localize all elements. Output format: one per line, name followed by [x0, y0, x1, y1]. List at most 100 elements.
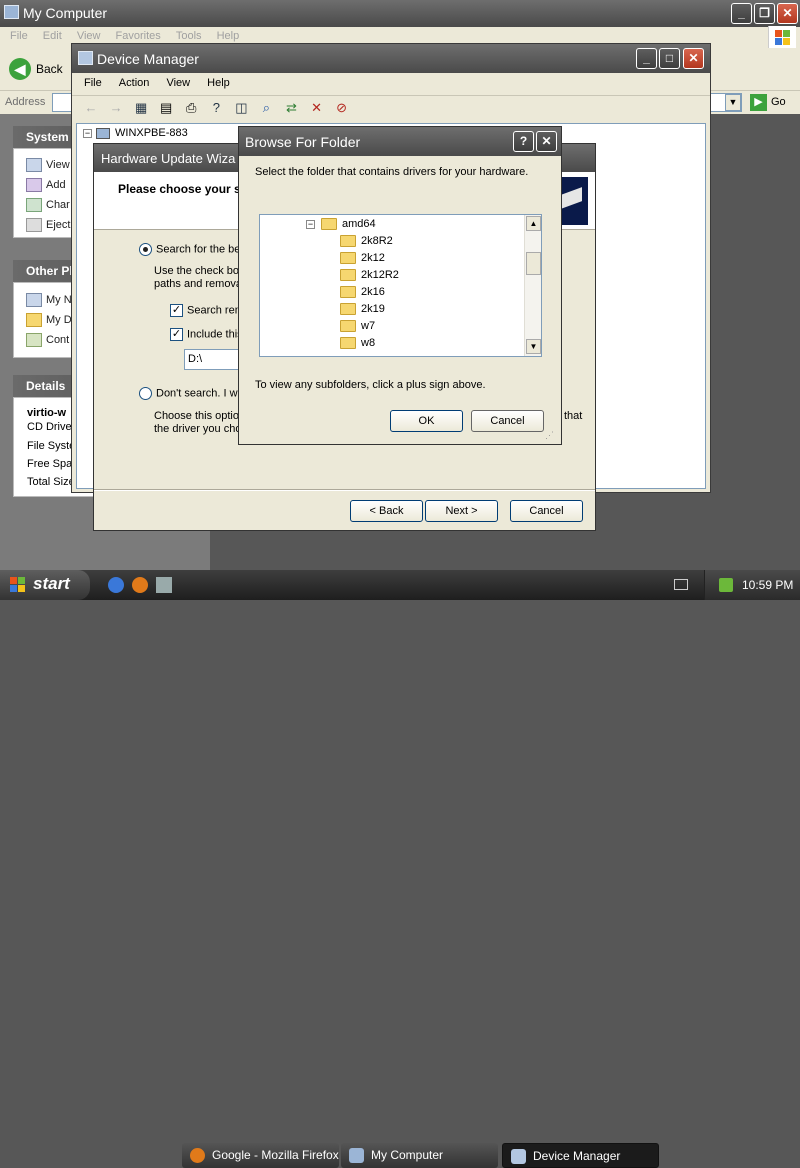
change-setting-icon — [26, 198, 42, 213]
close-button[interactable]: ✕ — [777, 3, 798, 24]
go-icon[interactable]: ▶ — [750, 94, 767, 111]
tree-item-amd64[interactable]: amd64 — [321, 216, 376, 233]
back-label[interactable]: Back — [36, 62, 63, 76]
disable-icon[interactable]: ⊘ — [332, 99, 352, 117]
other-place-documents[interactable]: My D — [26, 312, 72, 328]
dm-menu-help[interactable]: Help — [207, 77, 230, 89]
wizard-cancel-button[interactable]: Cancel — [510, 500, 583, 522]
back-icon[interactable]: ◀ — [9, 58, 31, 80]
device-manager-titlebar[interactable]: Device Manager _ □ ✕ — [72, 44, 710, 73]
folder-tree[interactable]: − amd64 2k8R2 2k12 2k12R2 2k16 2k19 w7 w… — [259, 214, 542, 357]
scroll-thumb[interactable] — [526, 252, 541, 275]
tree-item-2k16[interactable]: 2k16 — [340, 284, 385, 301]
my-computer-titlebar[interactable]: My Computer _ ❐ ✕ — [0, 0, 800, 27]
tree-item-w8[interactable]: w8 — [340, 335, 375, 352]
task-firefox[interactable]: Google - Mozilla Firefox — [182, 1143, 339, 1168]
view-icon[interactable]: ◫ — [231, 99, 251, 117]
dm-maximize-button[interactable]: □ — [659, 48, 680, 69]
tree-item-2k19[interactable]: 2k19 — [340, 301, 385, 318]
restore-button[interactable]: ❐ — [754, 3, 775, 24]
other-place-network[interactable]: My N — [26, 292, 72, 308]
system-task-eject[interactable]: Eject — [26, 217, 70, 233]
wizard-divider — [94, 489, 595, 491]
clock[interactable]: 10:59 PM — [742, 578, 793, 592]
radio-dont-search[interactable]: Don't search. I wi — [139, 387, 240, 400]
browse-close-button[interactable]: ✕ — [536, 131, 557, 152]
tree-expand-amd64-icon[interactable]: − — [306, 220, 315, 229]
address-dropdown-icon[interactable]: ▼ — [725, 94, 741, 111]
system-task-add[interactable]: Add — [26, 177, 66, 193]
view-info-icon — [26, 158, 42, 173]
print-icon[interactable]: ⎙ — [181, 99, 201, 117]
quicklaunch-ie-icon[interactable] — [108, 577, 124, 593]
my-computer-window-icon — [4, 5, 19, 19]
dm-menu-file[interactable]: File — [84, 77, 102, 89]
menu-tools[interactable]: Tools — [176, 30, 202, 42]
dm-minimize-button[interactable]: _ — [636, 48, 657, 69]
browse-help-button[interactable]: ? — [513, 131, 534, 152]
details-total-size: Total Size — [27, 476, 75, 488]
browse-hint: To view any subfolders, click a plus sig… — [255, 379, 486, 391]
browse-ok-button[interactable]: OK — [390, 410, 463, 432]
menu-file[interactable]: File — [10, 30, 28, 42]
browse-folder-dialog: Browse For Folder ? ✕ Select the folder … — [238, 126, 562, 445]
wizard-back-button[interactable]: < Back — [350, 500, 423, 522]
help-icon[interactable]: ? — [206, 99, 226, 117]
tree-item-2k12[interactable]: 2k12 — [340, 250, 385, 267]
tree-scrollbar[interactable]: ▲ ▼ — [524, 215, 541, 356]
menu-help[interactable]: Help — [217, 30, 240, 42]
radio-search-dot[interactable] — [139, 243, 152, 256]
properties-icon[interactable]: ▤ — [156, 99, 176, 117]
start-button[interactable]: start — [0, 570, 90, 600]
dm-menu-view[interactable]: View — [166, 77, 190, 89]
check-removable-box[interactable]: ✓ — [170, 304, 183, 317]
check-include[interactable]: ✓ Include this — [170, 328, 243, 341]
go-label[interactable]: Go — [771, 96, 786, 108]
tree-item-2k8r2[interactable]: 2k8R2 — [340, 233, 393, 250]
control-panel-icon — [26, 333, 42, 348]
other-place-control-panel[interactable]: Cont — [26, 332, 69, 348]
radio-search[interactable]: Search for the be — [139, 243, 240, 256]
task-my-computer[interactable]: My Computer — [341, 1143, 498, 1168]
start-flag-icon — [10, 577, 26, 593]
radio-dont-dot[interactable] — [139, 387, 152, 400]
tray-network-icon[interactable] — [719, 578, 733, 592]
quicklaunch-desktop-icon[interactable] — [156, 577, 172, 593]
device-manager-toolbar: ← → ▦ ▤ ⎙ ? ◫ ⌕ ⇄ ✕ ⊘ — [72, 95, 710, 121]
add-remove-icon — [26, 178, 42, 193]
check-removable[interactable]: ✓ Search rem — [170, 304, 244, 317]
wizard-next-button[interactable]: Next > — [425, 500, 498, 522]
keyboard-icon[interactable] — [674, 579, 688, 590]
system-task-change[interactable]: Char — [26, 197, 70, 213]
check-include-box[interactable]: ✓ — [170, 328, 183, 341]
tree-item-w7[interactable]: w7 — [340, 318, 375, 335]
tree-collapse-icon[interactable]: − — [83, 129, 92, 138]
documents-icon — [26, 313, 42, 328]
dm-back-icon[interactable]: ← — [81, 99, 101, 117]
update-driver-icon[interactable]: ⇄ — [282, 99, 302, 117]
device-manager-title: Device Manager — [97, 51, 199, 67]
menu-view[interactable]: View — [77, 30, 101, 42]
scan-hardware-icon[interactable]: ⌕ — [256, 99, 276, 117]
menu-edit[interactable]: Edit — [43, 30, 62, 42]
dm-menu-action[interactable]: Action — [119, 77, 150, 89]
scroll-down-icon[interactable]: ▼ — [526, 339, 541, 354]
scroll-up-icon[interactable]: ▲ — [526, 216, 541, 231]
resize-grip-icon[interactable]: ⋰ — [545, 430, 557, 442]
browse-titlebar[interactable]: Browse For Folder ? ✕ — [239, 127, 561, 156]
dm-forward-icon[interactable]: → — [106, 99, 126, 117]
show-hide-tree-icon[interactable]: ▦ — [131, 99, 151, 117]
quicklaunch-firefox-icon[interactable] — [132, 577, 148, 593]
start-label: start — [33, 574, 70, 593]
minimize-button[interactable]: _ — [731, 3, 752, 24]
tree-item-2k12r2[interactable]: 2k12R2 — [340, 267, 399, 284]
uninstall-icon[interactable]: ✕ — [307, 99, 327, 117]
folder-icon — [340, 303, 356, 316]
menu-favorites[interactable]: Favorites — [116, 30, 161, 42]
network-icon — [26, 293, 42, 308]
task-device-manager[interactable]: Device Manager — [502, 1143, 659, 1168]
system-task-view[interactable]: View — [26, 157, 70, 173]
dm-close-button[interactable]: ✕ — [683, 48, 704, 69]
device-tree-root[interactable]: WINXPBE-883 — [115, 127, 188, 139]
browse-cancel-button[interactable]: Cancel — [471, 410, 544, 432]
